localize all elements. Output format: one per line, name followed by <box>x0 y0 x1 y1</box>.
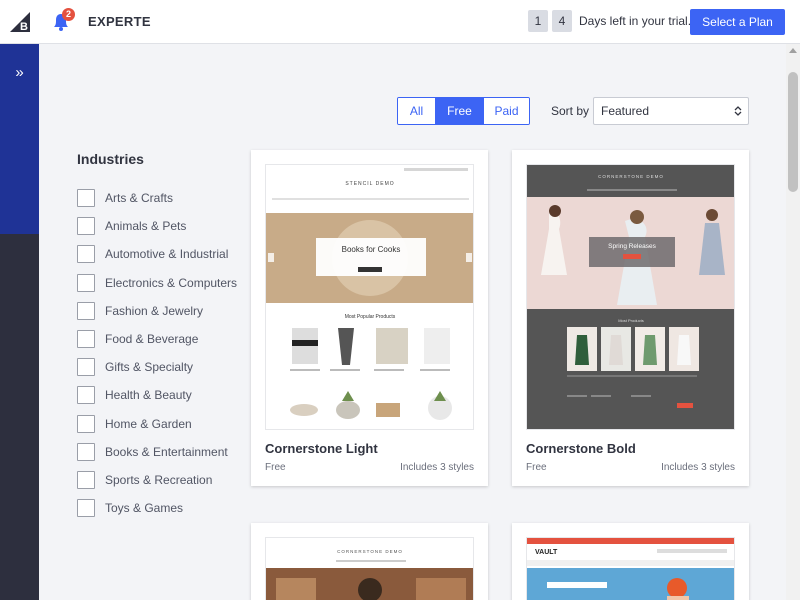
theme-styles-count: Includes 3 styles <box>661 462 735 473</box>
trial-days-digit-2: 4 <box>552 10 572 32</box>
top-bar: B 2 EXPERTE 1 4 Days left in your trial.… <box>0 0 800 44</box>
theme-card[interactable]: CORNERSTONE DEMO Spring Releases Most Pr… <box>512 150 749 486</box>
preview-store-name: CORNERSTONE DEMO <box>337 549 403 554</box>
theme-preview[interactable]: STENCIL DEMO Books for Cooks Most Popula… <box>265 164 474 430</box>
theme-price: Free <box>265 462 286 473</box>
select-arrows-icon <box>734 106 742 116</box>
trial-days-text: Days left in your trial. <box>579 14 692 28</box>
industry-label: Health & Beauty <box>105 388 192 403</box>
theme-preview[interactable]: CORNERSTONE DEMO <box>265 537 474 600</box>
industry-label: Electronics & Computers <box>105 275 238 290</box>
industry-label: Sports & Recreation <box>105 472 213 487</box>
preview-store-name: CORNERSTONE DEMO <box>598 174 664 179</box>
industry-checkbox[interactable] <box>77 442 95 461</box>
expand-sidebar-icon[interactable]: » <box>0 62 39 84</box>
industry-item[interactable]: Books & Entertainment <box>77 438 237 466</box>
industry-checkbox[interactable] <box>77 217 95 236</box>
preview-store-name: STENCIL DEMO <box>345 181 394 187</box>
theme-card[interactable]: CORNERSTONE DEMO <box>251 523 488 600</box>
industry-checkbox[interactable] <box>77 330 95 349</box>
industry-item[interactable]: Gifts & Specialty <box>77 353 237 381</box>
theme-card[interactable]: STENCIL DEMO Books for Cooks Most Popula… <box>251 150 488 486</box>
industry-checkbox[interactable] <box>77 386 95 405</box>
theme-preview[interactable]: VAULT <box>526 537 735 600</box>
scrollbar-thumb[interactable] <box>788 72 798 192</box>
industry-label: Fashion & Jewelry <box>105 303 204 318</box>
industries-heading: Industries <box>77 151 144 167</box>
industries-list: Arts & Crafts Animals & Pets Automotive … <box>77 184 237 522</box>
industry-item[interactable]: Electronics & Computers <box>77 269 237 297</box>
svg-text:B: B <box>20 21 28 33</box>
industry-checkbox[interactable] <box>77 245 95 264</box>
industry-item[interactable]: Health & Beauty <box>77 381 237 409</box>
sort-label: Sort by <box>551 104 590 118</box>
filter-all-button[interactable]: All <box>398 98 435 124</box>
theme-card[interactable]: VAULT <box>512 523 749 600</box>
theme-price: Free <box>526 462 547 473</box>
industry-checkbox[interactable] <box>77 301 95 320</box>
industry-item[interactable]: Automotive & Industrial <box>77 240 237 268</box>
preview-hero-title: Spring Releases <box>608 243 656 250</box>
theme-preview[interactable]: CORNERSTONE DEMO Spring Releases Most Pr… <box>526 164 735 430</box>
industry-label: Animals & Pets <box>105 219 187 234</box>
price-filter: All Free Paid <box>397 97 530 125</box>
filter-free-button[interactable]: Free <box>435 98 483 124</box>
industry-item[interactable]: Sports & Recreation <box>77 466 237 494</box>
industry-label: Gifts & Specialty <box>105 360 194 375</box>
preview-store-name: VAULT <box>535 549 558 556</box>
trial-days-digit-1: 1 <box>528 10 548 32</box>
theme-name[interactable]: Cornerstone Bold <box>526 441 636 456</box>
scroll-up-arrow-icon[interactable] <box>789 48 797 53</box>
industry-checkbox[interactable] <box>77 470 95 489</box>
preview-hero-title: Books for Cooks <box>342 245 401 254</box>
industry-checkbox[interactable] <box>77 189 95 208</box>
sidebar-bottom <box>0 234 39 600</box>
industry-item[interactable]: Fashion & Jewelry <box>77 297 237 325</box>
preview-section-title: Most Products <box>618 318 644 323</box>
industry-item[interactable]: Home & Garden <box>77 410 237 438</box>
select-plan-button[interactable]: Select a Plan <box>690 9 785 35</box>
industry-label: Automotive & Industrial <box>105 247 229 262</box>
industry-label: Toys & Games <box>105 501 184 516</box>
industry-item[interactable]: Arts & Crafts <box>77 184 237 212</box>
theme-name[interactable]: Cornerstone Light <box>265 441 378 456</box>
industry-checkbox[interactable] <box>77 273 95 292</box>
preview-section-title: Most Popular Products <box>345 314 396 320</box>
industry-label: Books & Entertainment <box>105 444 228 459</box>
industry-item[interactable]: Food & Beverage <box>77 325 237 353</box>
industry-label: Food & Beverage <box>105 332 199 347</box>
filter-paid-button[interactable]: Paid <box>483 98 529 124</box>
industry-checkbox[interactable] <box>77 358 95 377</box>
notification-badge: 2 <box>62 8 75 21</box>
industry-checkbox[interactable] <box>77 499 95 518</box>
industry-checkbox[interactable] <box>77 414 95 433</box>
theme-styles-count: Includes 3 styles <box>400 462 474 473</box>
industry-item[interactable]: Toys & Games <box>77 494 237 522</box>
sort-select-value: Featured <box>601 104 650 118</box>
industry-item[interactable]: Animals & Pets <box>77 212 237 240</box>
industry-label: Arts & Crafts <box>105 191 174 206</box>
bigcommerce-logo[interactable]: B <box>0 0 40 44</box>
sort-select[interactable]: Featured <box>593 97 749 125</box>
industry-label: Home & Garden <box>105 416 192 431</box>
store-name: EXPERTE <box>88 14 151 29</box>
